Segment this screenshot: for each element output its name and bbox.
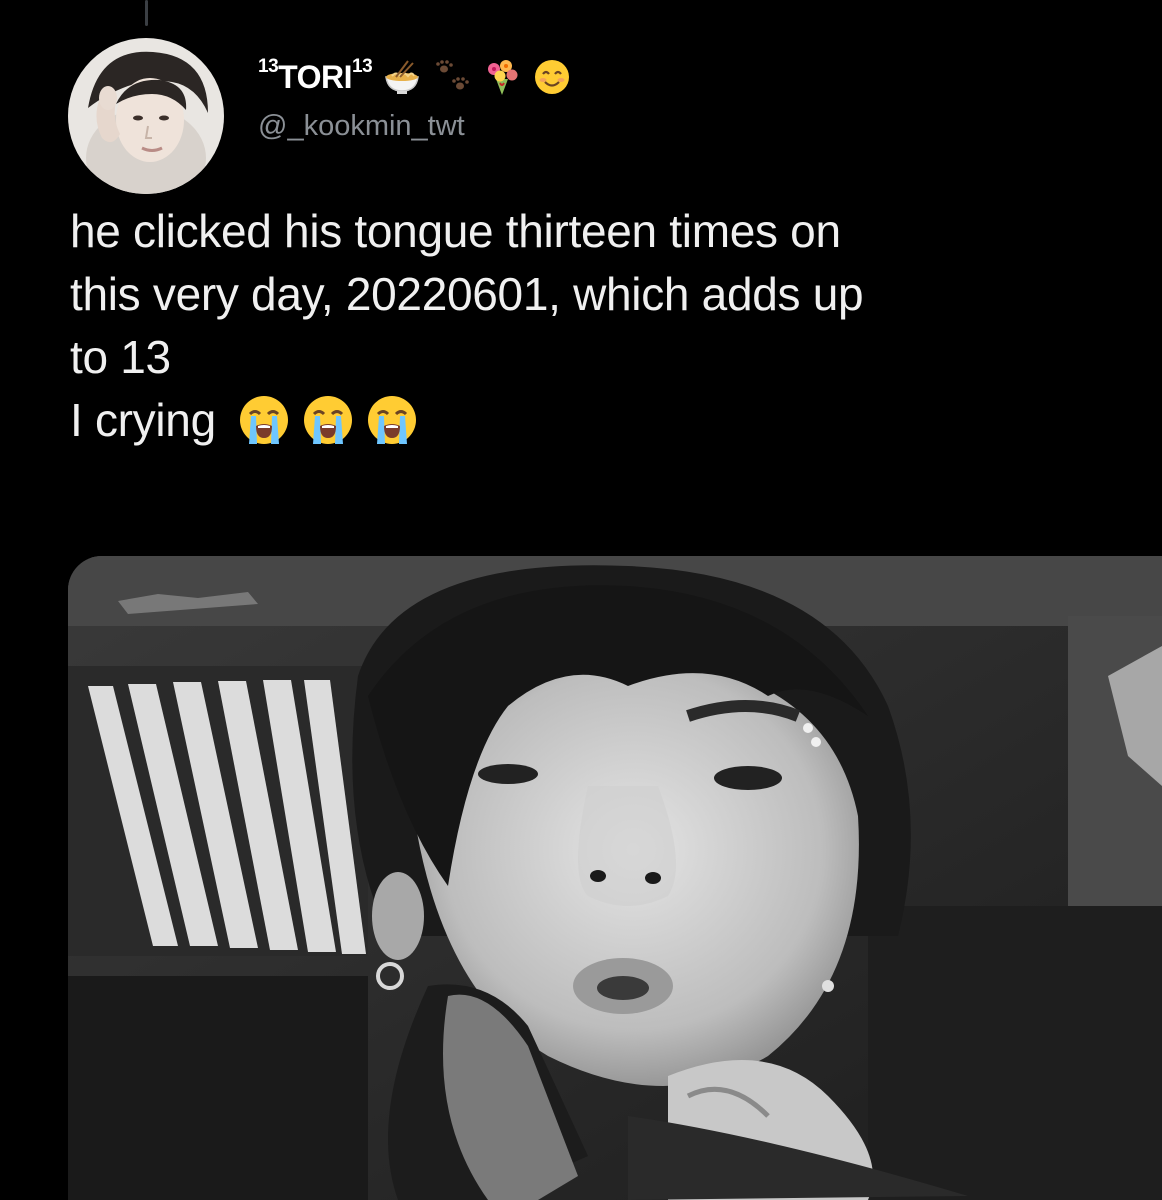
tweet-text-line-2: this very day, 20220601, which adds up bbox=[70, 268, 864, 320]
display-name-suffix: 13 bbox=[352, 55, 373, 77]
tweet-text-line-4-text: I crying bbox=[70, 394, 216, 446]
display-name-text: TORI bbox=[278, 58, 352, 95]
smiling-face-icon bbox=[532, 57, 572, 97]
thread-connector-line bbox=[145, 0, 148, 26]
tweet-media-photo[interactable] bbox=[68, 556, 1162, 1200]
display-name[interactable]: 13TORI13 bbox=[258, 55, 373, 96]
paw-prints-icon bbox=[432, 57, 472, 97]
avatar-photo bbox=[68, 38, 224, 194]
user-handle[interactable]: @_kookmin_twt bbox=[258, 110, 572, 143]
avatar[interactable] bbox=[68, 38, 224, 194]
tweet-header: 13TORI13 @_kookmin_twt bbox=[258, 50, 572, 143]
tweet-text-line-1: he clicked his tongue thirteen times on bbox=[70, 205, 841, 257]
display-name-row: 13TORI13 bbox=[258, 50, 572, 104]
loudly-crying-face-icon bbox=[236, 392, 292, 448]
tweet-text-line-3: to 13 bbox=[70, 331, 171, 383]
display-name-prefix: 13 bbox=[258, 55, 279, 77]
bouquet-icon bbox=[482, 57, 522, 97]
loudly-crying-face-icon bbox=[364, 392, 420, 448]
tweet-text-line-4: I crying bbox=[70, 389, 1150, 452]
loudly-crying-face-icon bbox=[300, 392, 356, 448]
tweet-text: he clicked his tongue thirteen times on … bbox=[70, 200, 1150, 452]
selfie-photo bbox=[68, 556, 1162, 1200]
ramen-bowl-icon bbox=[382, 57, 422, 97]
